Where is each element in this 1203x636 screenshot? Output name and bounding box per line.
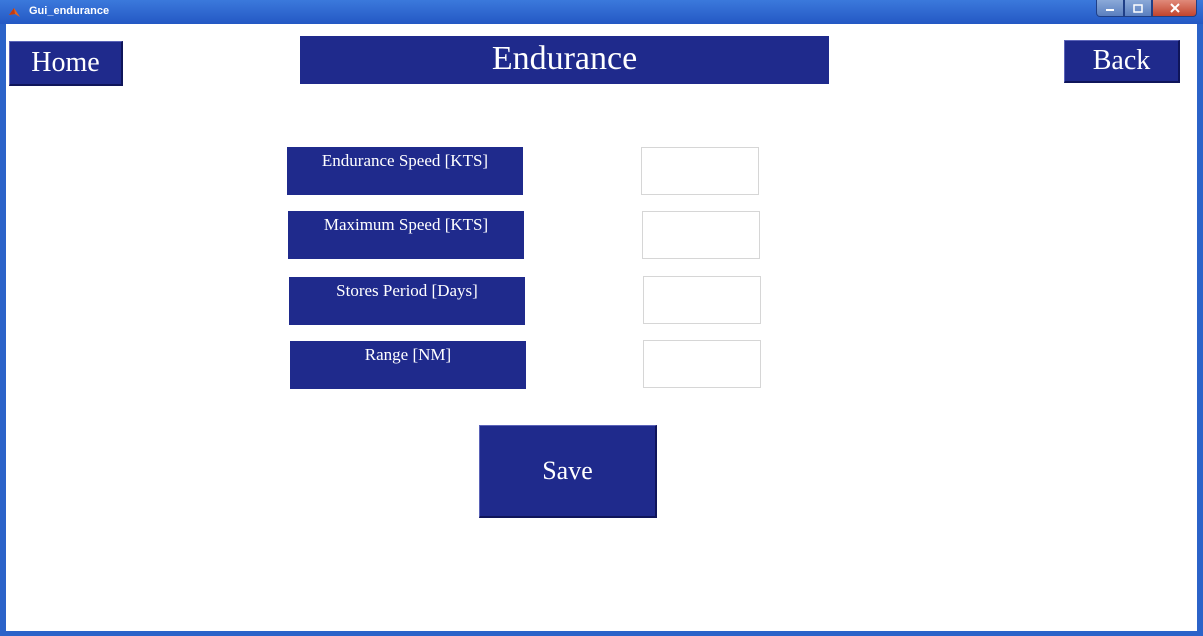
minimize-icon — [1106, 9, 1114, 11]
save-button[interactable]: Save — [479, 425, 657, 518]
maximize-button[interactable] — [1124, 0, 1152, 17]
close-icon — [1169, 3, 1180, 13]
title-bar[interactable]: Gui_endurance — [0, 0, 1203, 24]
stores-period-label: Stores Period [Days] — [289, 277, 525, 325]
minimize-button[interactable] — [1096, 0, 1124, 17]
maximum-speed-label: Maximum Speed [KTS] — [288, 211, 524, 259]
range-label: Range [NM] — [290, 341, 526, 389]
matlab-icon — [8, 6, 21, 19]
back-button[interactable]: Back — [1064, 40, 1180, 83]
endurance-speed-input[interactable] — [641, 147, 759, 195]
maximize-icon — [1133, 3, 1143, 13]
window-title: Gui_endurance — [29, 5, 110, 17]
maximum-speed-input[interactable] — [642, 211, 760, 259]
home-button[interactable]: Home — [9, 41, 123, 86]
page-title: Endurance — [300, 36, 829, 84]
stores-period-input[interactable] — [643, 276, 761, 324]
range-input[interactable] — [643, 340, 761, 388]
app-window — [0, 0, 1203, 636]
endurance-speed-label: Endurance Speed [KTS] — [287, 147, 523, 195]
close-button[interactable] — [1152, 0, 1197, 17]
window-controls — [1096, 0, 1197, 18]
